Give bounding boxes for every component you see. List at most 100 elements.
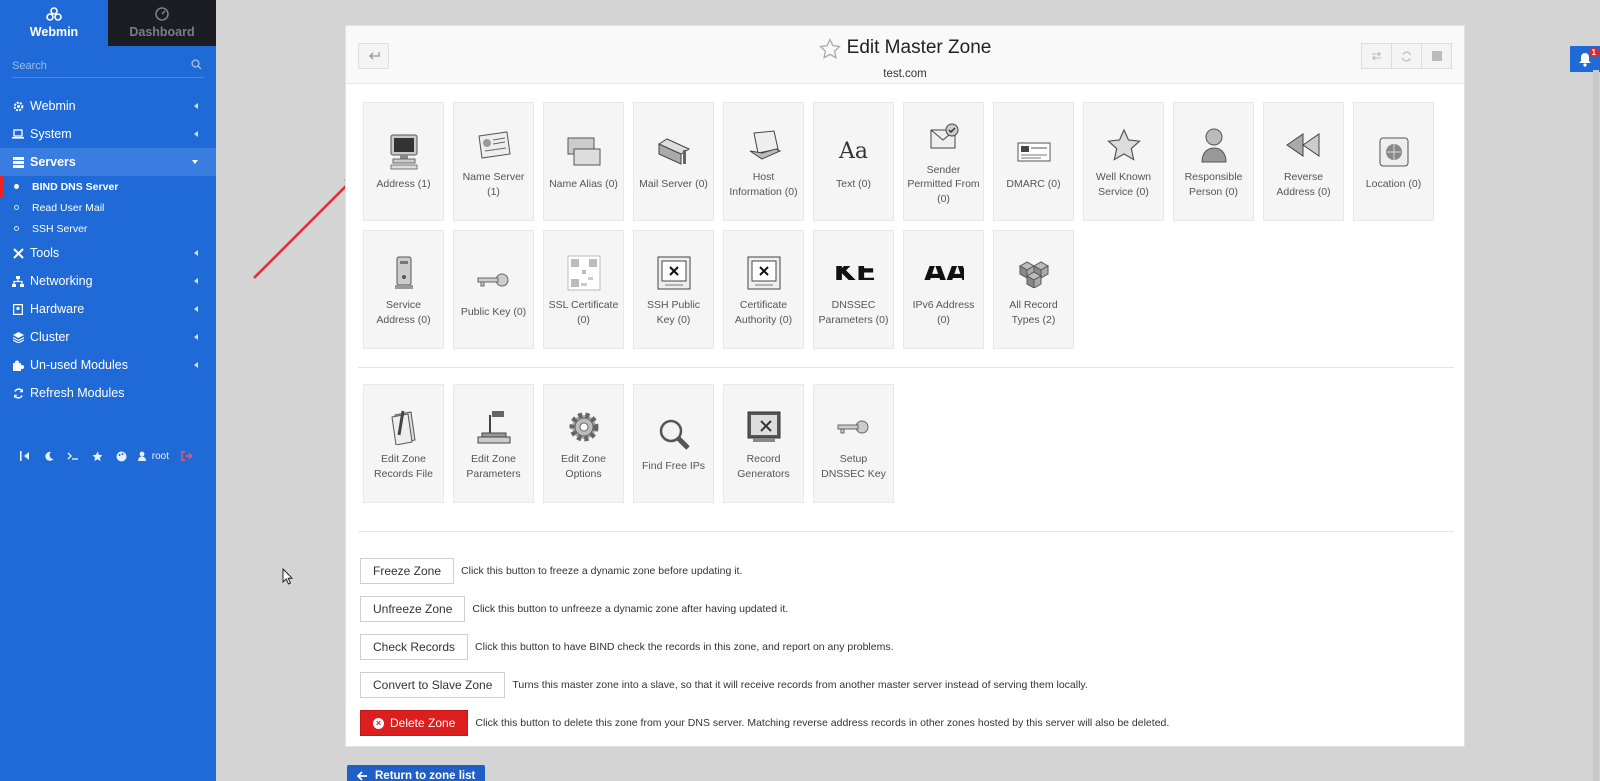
tab-webmin[interactable]: Webmin (0, 0, 108, 46)
sidebar: Webmin Dashboard Webmin System Servers B… (0, 0, 216, 781)
mouse-cursor-icon (282, 568, 294, 585)
star-icon (1106, 128, 1141, 161)
freeze-zone-button[interactable]: Freeze Zone (360, 558, 455, 584)
tile-service-address[interactable]: Service Address (0) (363, 230, 444, 349)
computer-icon (390, 134, 417, 170)
zone-name: test.com (883, 67, 927, 80)
reload-module-button[interactable] (1361, 43, 1392, 69)
convert-to-slave-button[interactable]: Convert to Slave Zone (360, 672, 506, 698)
dmarc-card-icon (1017, 142, 1050, 162)
zone-actions: Freeze Zone Click this button to freeze … (360, 552, 1169, 742)
tile-dmarc[interactable]: DMARC (0) (993, 102, 1074, 221)
globe-box-icon (1379, 137, 1408, 167)
favorite-star-icon[interactable] (818, 37, 841, 59)
favorites-star-icon[interactable] (86, 448, 108, 464)
search-icon[interactable] (191, 59, 202, 70)
divider (358, 367, 1454, 368)
magnifier-icon (659, 420, 690, 451)
tile-host-information[interactable]: Host Information (0) (723, 102, 804, 221)
check-records-button[interactable]: Check Records (360, 634, 469, 660)
tile-name-server[interactable]: Name Server (1) (453, 102, 534, 221)
tile-record-generators[interactable]: Record Generators (723, 384, 804, 503)
page-title: Edit Master Zone (818, 37, 991, 59)
tile-label: Service Address (0) (376, 299, 431, 326)
sidebar-item-label: Un-used Modules (30, 358, 128, 372)
return-to-zone-list-button[interactable]: Return to zone list (347, 765, 485, 781)
notifications-button[interactable]: 1 (1570, 46, 1600, 72)
caret-left-icon (194, 131, 198, 137)
zone-tool-tiles: Edit Zone Records File Edit Zone Paramet… (363, 384, 1443, 512)
tile-sender-permitted-from[interactable]: Sender Permitted From (0) (903, 102, 984, 221)
gear-icon (12, 100, 24, 112)
sidebar-item-system[interactable]: System (0, 120, 216, 148)
page-scrollbar[interactable] (1593, 70, 1599, 781)
sidebar-subitem-bind-dns[interactable]: BIND DNS Server (0, 176, 216, 197)
sidebar-item-unused-modules[interactable]: Un-used Modules (0, 351, 216, 379)
search-input[interactable] (12, 56, 204, 76)
night-mode-moon-icon[interactable] (38, 448, 60, 464)
unfreeze-zone-button[interactable]: Unfreeze Zone (360, 596, 466, 622)
tab-dashboard[interactable]: Dashboard (108, 0, 216, 46)
logout-icon[interactable] (175, 448, 197, 464)
sidebar-subitem-label: SSH Server (32, 222, 88, 235)
theme-palette-icon[interactable] (110, 448, 132, 464)
dashboard-gauge-icon (155, 7, 169, 21)
stop-button[interactable] (1421, 43, 1452, 69)
tile-label: Sender Permitted From (0) (907, 163, 980, 205)
caret-left-icon (194, 278, 198, 284)
tile-label: Address (1) (376, 178, 431, 191)
sidebar-item-webmin[interactable]: Webmin (0, 92, 216, 120)
tile-location[interactable]: Location (0) (1353, 102, 1434, 221)
webmin-logo-icon (46, 7, 62, 21)
action-description: Click this button to delete this zone fr… (475, 717, 1170, 729)
tile-ipv6-address[interactable]: AA IPv6 Address (0) (903, 230, 984, 349)
sidebar-item-refresh-modules[interactable]: Refresh Modules (0, 379, 216, 407)
sidebar-item-label: Networking (30, 274, 93, 288)
laptop-icon (12, 128, 24, 140)
tile-label: Public Key (0) (460, 306, 527, 319)
sidebar-item-tools[interactable]: Tools (0, 239, 216, 267)
action-row: Unfreeze Zone Click this button to unfre… (360, 590, 1169, 628)
tile-responsible-person[interactable]: Responsible Person (0) (1173, 102, 1254, 221)
refresh-button[interactable] (1391, 43, 1422, 69)
sidebar-item-cluster[interactable]: Cluster (0, 323, 216, 351)
tile-public-key[interactable]: Public Key (0) (453, 230, 534, 349)
delete-zone-button[interactable]: × Delete Zone (360, 710, 469, 736)
tile-well-known-service[interactable]: Well Known Service (0) (1083, 102, 1164, 221)
tile-dnssec-parameters[interactable]: KE DNSSEC Parameters (0) (813, 230, 894, 349)
user-menu[interactable]: root (134, 448, 173, 464)
sidebar-menu: Webmin System Servers BIND DNS Server Re… (0, 92, 216, 407)
collapse-sidebar-icon[interactable] (14, 448, 36, 464)
tools-icon (12, 247, 24, 259)
sidebar-item-servers[interactable]: Servers (0, 148, 216, 176)
tile-ssh-public-key[interactable]: SSH Public Key (0) (633, 230, 714, 349)
tile-address[interactable]: Address (1) (363, 102, 444, 221)
title-block: Edit Master Zone test.com (346, 37, 1464, 80)
tile-reverse-address[interactable]: Reverse Address (0) (1263, 102, 1344, 221)
caret-left-icon (194, 103, 198, 109)
sidebar-item-label: System (30, 127, 72, 141)
tile-mail-server[interactable]: Mail Server (0) (633, 102, 714, 221)
tile-label: Certificate Authority (0) (734, 299, 793, 326)
sidebar-tabs: Webmin Dashboard (0, 0, 216, 46)
generator-icon (747, 411, 780, 442)
tile-ssl-certificate[interactable]: SSL Certificate (0) (543, 230, 624, 349)
tile-label: Edit Zone Parameters (466, 453, 521, 480)
tile-find-free-ips[interactable]: Find Free IPs (633, 384, 714, 503)
sidebar-subitem-ssh-server[interactable]: SSH Server (0, 218, 216, 239)
tile-setup-dnssec-key[interactable]: Setup DNSSEC Key (813, 384, 894, 503)
tile-certificate-authority[interactable]: Certificate Authority (0) (723, 230, 804, 349)
tile-name-alias[interactable]: Name Alias (0) (543, 102, 624, 221)
dnssec-ke-icon: KE (834, 252, 874, 294)
sidebar-subitem-label: BIND DNS Server (32, 180, 119, 193)
terminal-icon[interactable] (62, 448, 84, 464)
sidebar-item-hardware[interactable]: Hardware (0, 295, 216, 323)
sidebar-item-networking[interactable]: Networking (0, 267, 216, 295)
caret-left-icon (194, 306, 198, 312)
tile-text[interactable]: Aa Text (0) (813, 102, 894, 221)
tile-edit-zone-records-file[interactable]: Edit Zone Records File (363, 384, 444, 503)
tile-all-record-types[interactable]: All Record Types (2) (993, 230, 1074, 349)
tile-edit-zone-parameters[interactable]: Edit Zone Parameters (453, 384, 534, 503)
sidebar-subitem-read-user-mail[interactable]: Read User Mail (0, 197, 216, 218)
tile-edit-zone-options[interactable]: Edit Zone Options (543, 384, 624, 503)
